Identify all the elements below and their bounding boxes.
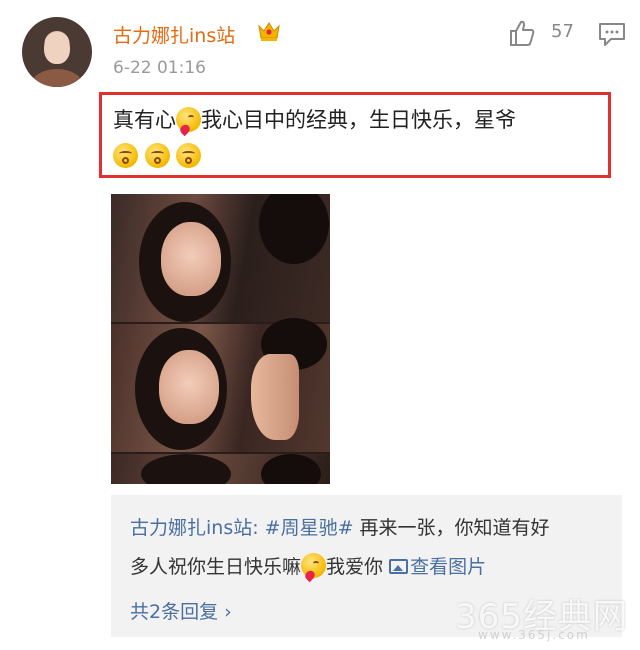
reply-text-1: 再来一张，你知道有好 [353,517,550,539]
hair-shape [261,454,321,484]
reply-text-2b: 我爱你 [326,556,384,578]
reply-line-2: 多人祝你生日快乐嘛 我爱你 查看图片 [130,552,486,579]
kiss-emoji-icon [301,553,327,578]
photo-panel-1 [111,194,330,322]
view-image-label: 查看图片 [410,556,487,578]
crown-icon [258,22,280,41]
avatar[interactable] [22,17,92,87]
like-count: 57 [551,21,574,42]
reply-line-1: 古力娜扎ins站: #周星驰# 再来一张，你知道有好 [130,513,550,540]
timestamp: 6-22 01:16 [113,58,206,78]
kiss-emoji-icon [176,107,201,132]
comment-text: 真有心 我心目中的经典，生日快乐，星爷 [113,102,603,174]
attached-photo[interactable] [111,194,330,484]
avatar-shirt [32,69,82,87]
username[interactable]: 古力娜扎ins站 [113,21,235,48]
watermark-url: www.365j.com [478,628,590,642]
view-image-link[interactable]: 查看图片 [389,556,486,578]
blow-kiss-emoji-icon [176,143,202,168]
face-shape [159,350,219,424]
avatar-face [44,32,70,64]
blow-kiss-emoji-icon [113,143,138,168]
photo-panel-3 [111,454,330,484]
comment-text-part1: 真有心 [113,108,176,132]
face-shape [161,222,221,296]
hair-shape [259,194,329,264]
more-replies-link[interactable]: 共2条回复 › [130,597,232,624]
profile-shape [251,354,299,440]
thumbs-up-icon[interactable] [507,18,537,48]
hair-shape [141,454,231,484]
reply-text-2a: 多人祝你生日快乐嘛 [130,556,302,578]
image-icon [389,559,409,574]
photo-panel-2 [111,318,330,452]
comment-text-part2: 我心目中的经典，生日快乐，星爷 [201,108,516,132]
comment-icon[interactable] [597,21,627,47]
blow-kiss-emoji-icon [144,143,170,168]
reply-author[interactable]: 古力娜扎ins站: [130,517,259,539]
hashtag-link[interactable]: #周星驰# [265,517,354,539]
